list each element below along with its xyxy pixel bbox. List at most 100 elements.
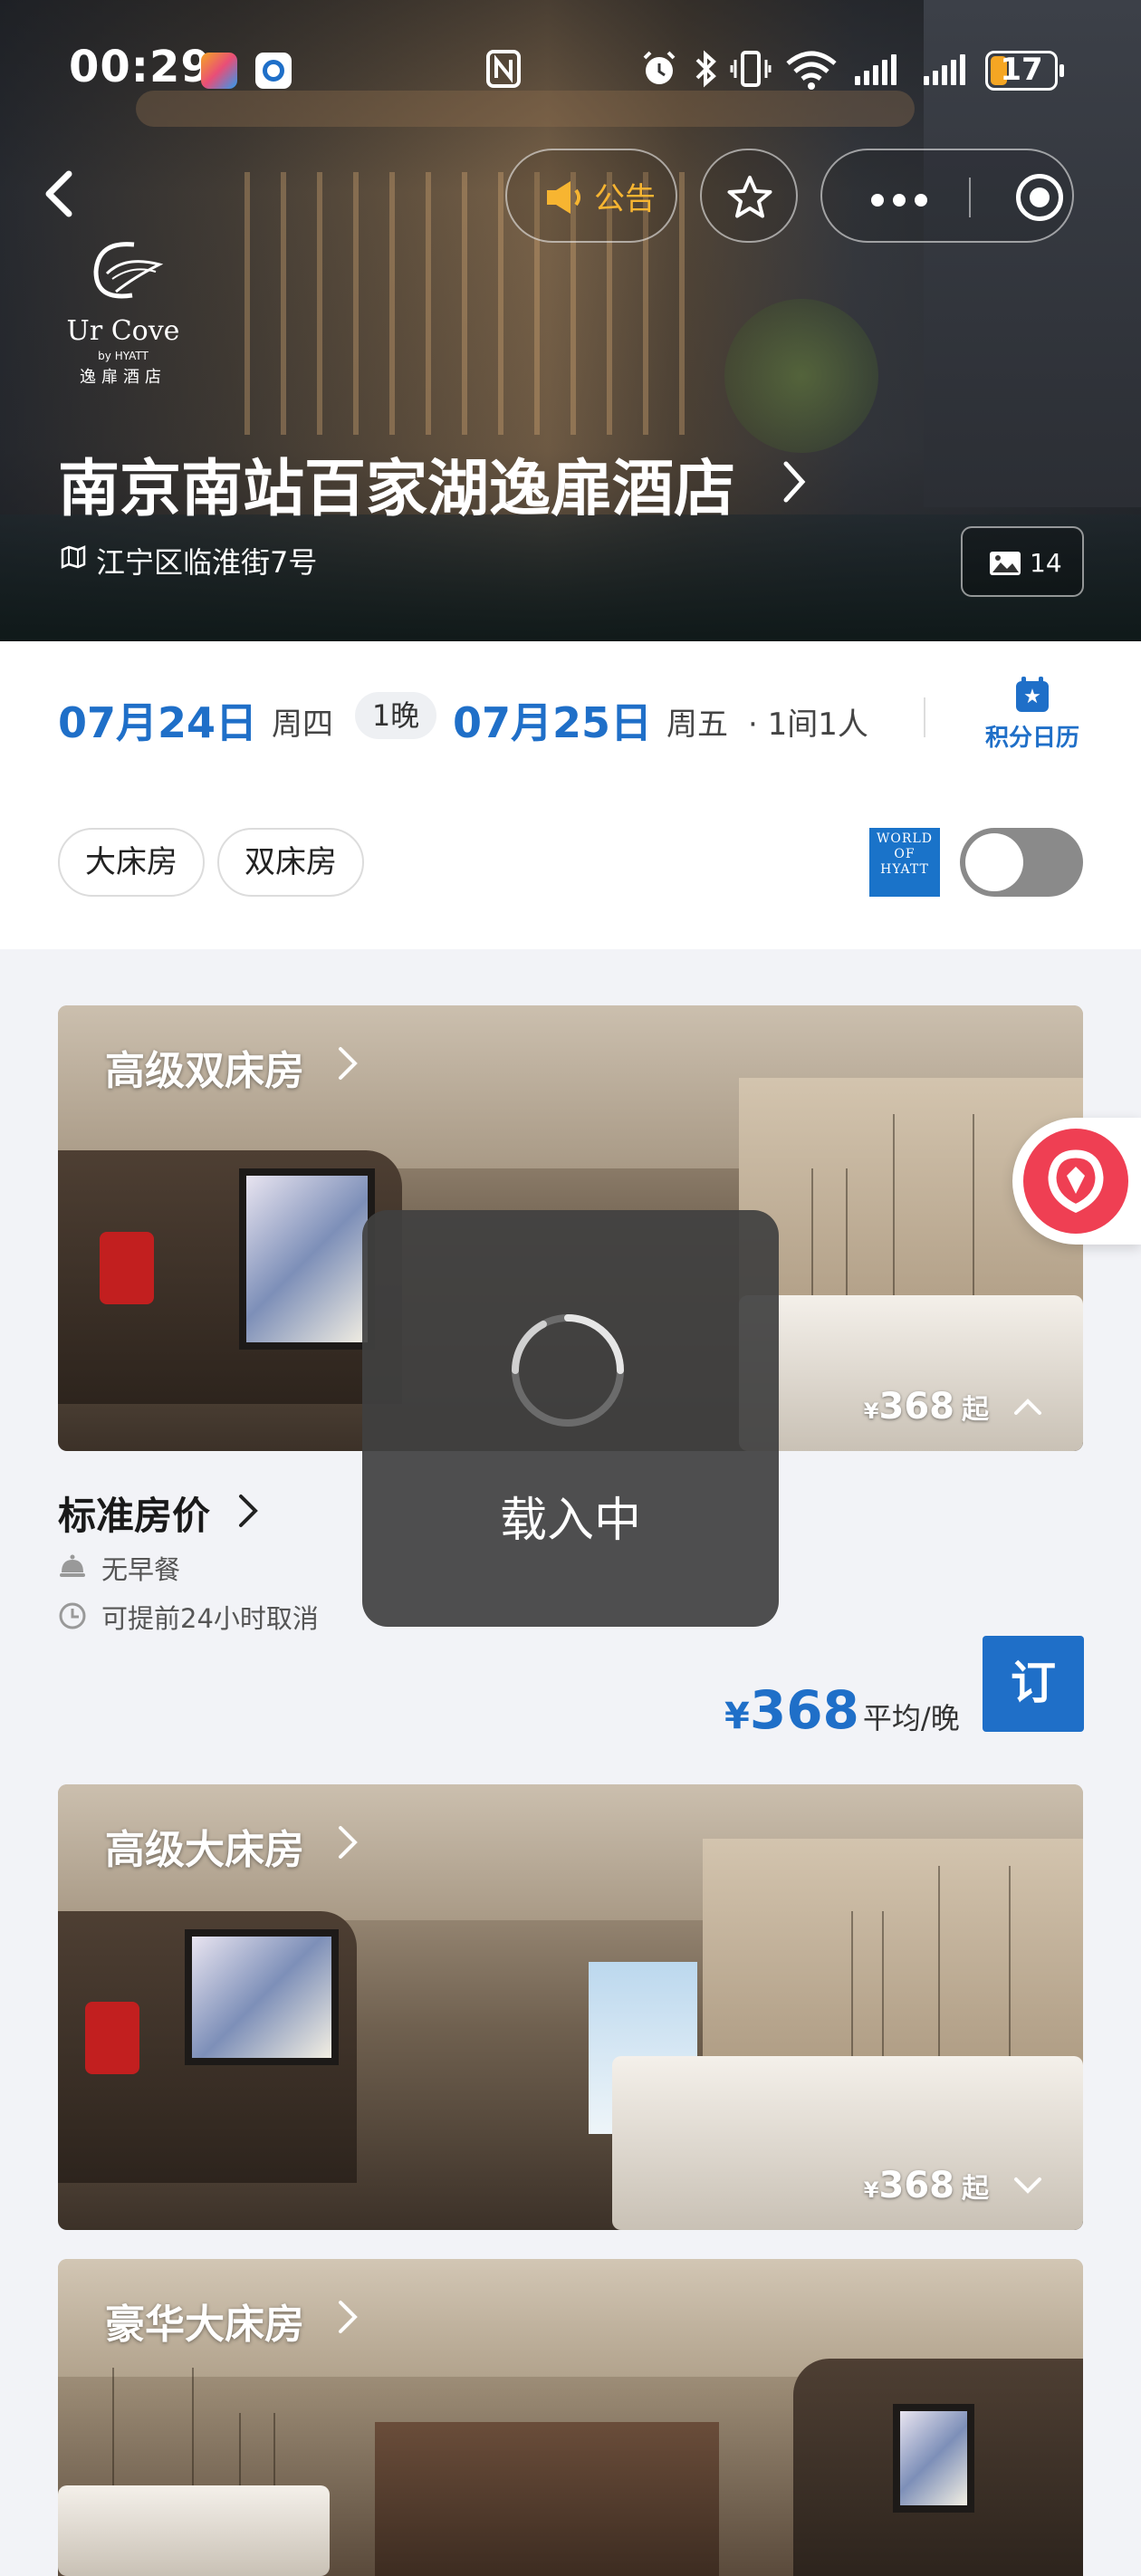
room-starting-price: ¥368 起	[864, 2165, 989, 2206]
member-rate-toggle[interactable]	[960, 828, 1083, 897]
battery-icon: 17	[985, 51, 1064, 91]
notification-app-icon	[201, 53, 237, 89]
service-badge-icon	[1023, 1129, 1128, 1234]
signal-strength-icon	[924, 54, 965, 85]
image-icon	[990, 552, 1021, 575]
room-card-image[interactable]: 豪华大床房	[58, 2259, 1083, 2576]
status-bar: 00:29 17	[0, 36, 1141, 109]
price-currency: ¥	[863, 1399, 879, 1424]
favorite-button[interactable]	[700, 149, 798, 243]
chevron-down-icon[interactable]	[1012, 2176, 1043, 2196]
facade-slat	[281, 172, 286, 435]
checkin-weekday: 周四	[272, 706, 333, 743]
rate-per-night: 平均/晚	[862, 1701, 960, 1735]
loading-spinner-icon	[512, 1314, 624, 1427]
logo-by-text: by HYATT	[98, 350, 149, 362]
price-suffix: 起	[962, 1394, 989, 1426]
hotel-brand-logo: Ur Cove by HYATT 逸扉酒店	[60, 237, 187, 391]
status-time: 00:29	[69, 42, 212, 92]
points-calendar-label: 积分日历	[984, 725, 1079, 752]
breakfast-text: 无早餐	[101, 1554, 181, 1585]
facade-slat	[462, 172, 467, 435]
chevron-up-icon[interactable]	[1012, 1397, 1043, 1417]
close-miniprogram-icon[interactable]	[1016, 174, 1063, 221]
rate-price: ¥368 平均/晚	[724, 1679, 960, 1741]
notice-button[interactable]: 公告	[505, 149, 677, 243]
world-of-hyatt-text: OF	[894, 847, 916, 861]
star-icon	[727, 176, 772, 218]
more-menu-icon[interactable]	[871, 194, 927, 207]
facade-slat	[353, 172, 359, 435]
price-suffix: 起	[962, 2173, 989, 2205]
megaphone-icon	[547, 181, 580, 214]
chevron-right-icon	[339, 1047, 358, 1080]
nfc-icon	[486, 50, 521, 88]
bluetooth-icon	[695, 50, 716, 88]
floating-service-button[interactable]	[1012, 1118, 1141, 1245]
photo-gallery-button[interactable]: 14	[961, 526, 1084, 597]
facade-slat	[317, 172, 322, 435]
room-name: 豪华大床房	[105, 2302, 304, 2348]
chevron-right-icon	[339, 1826, 358, 1859]
battery-level: 17	[1000, 52, 1043, 88]
facade-slat	[244, 172, 250, 435]
urcove-logo-mark-icon	[93, 242, 164, 299]
calendar-icon: ★	[1016, 677, 1049, 712]
hero-tree	[724, 299, 878, 453]
checkout-date[interactable]: 07月25日	[453, 690, 652, 750]
rate-price-value: 368	[749, 1679, 859, 1741]
signal-strength-icon	[855, 54, 896, 85]
clock-icon	[59, 1602, 86, 1629]
address-text: 江宁区临淮街7号	[96, 545, 318, 580]
loading-toast: 载入中	[362, 1210, 779, 1627]
mini-program-capsule	[820, 149, 1074, 243]
room-tv	[185, 1929, 339, 2065]
nights-badge: 1晚	[355, 692, 436, 739]
notice-label: 公告	[594, 181, 656, 217]
map-icon	[61, 545, 86, 569]
room-card-image[interactable]: 高级大床房 ¥368 起	[58, 1784, 1083, 2230]
rate-plan-title[interactable]: 标准房价	[58, 1485, 210, 1541]
filter-king-bed[interactable]: 大床房	[58, 828, 205, 897]
wifi-icon	[786, 51, 837, 90]
chevron-right-icon[interactable]	[237, 1493, 259, 1529]
world-of-hyatt-text: WORLD	[877, 831, 933, 846]
rate-currency: ¥	[724, 1696, 750, 1737]
alarm-icon	[643, 51, 676, 84]
vibrate-icon	[730, 51, 772, 87]
room-tv	[893, 2404, 974, 2513]
coffee-machine	[85, 2002, 139, 2074]
room-tv	[239, 1168, 375, 1350]
coffee-machine	[100, 1232, 154, 1304]
facade-slat	[498, 172, 503, 435]
room-name: 高级大床房	[105, 1827, 304, 1873]
photo-count-value: 14	[1030, 548, 1062, 578]
facade-slat	[389, 172, 395, 435]
price-currency: ¥	[863, 2177, 879, 2203]
book-button[interactable]: 订	[983, 1636, 1084, 1732]
loading-label: 载入中	[499, 1494, 641, 1548]
chevron-right-icon	[339, 2301, 358, 2333]
filter-twin-bed[interactable]: 双床房	[217, 828, 364, 897]
toggle-knob	[965, 833, 1023, 891]
checkout-weekday: 周五	[666, 706, 728, 743]
room-name: 高级双床房	[105, 1048, 304, 1094]
back-arrow-icon[interactable]	[42, 168, 78, 219]
divider	[924, 697, 925, 737]
world-of-hyatt-text: HYATT	[880, 862, 929, 877]
checkin-date[interactable]: 07月24日	[58, 690, 257, 750]
price-value: 368	[878, 1386, 955, 1427]
cancellation-text: 可提前24小时取消	[101, 1603, 319, 1634]
room-starting-price: ¥368 起	[864, 1386, 989, 1427]
notification-app-icon	[255, 53, 292, 89]
rooms-guests[interactable]: · 1间1人	[748, 699, 868, 744]
booking-panel: 07月24日 周四 1晚 07月25日 周五 · 1间1人 ★ 积分日历 大床房…	[0, 641, 1141, 949]
points-calendar-button[interactable]: ★ 积分日历	[978, 677, 1087, 753]
price-value: 368	[878, 2165, 955, 2206]
hotel-name[interactable]: 南京南站百家湖逸扉酒店	[58, 438, 735, 528]
chevron-right-icon[interactable]	[781, 458, 808, 505]
world-of-hyatt-logo: WORLD OF HYATT	[869, 828, 940, 897]
logo-brand-text: Ur Cove	[66, 315, 180, 347]
dining-bell-icon	[60, 1554, 85, 1577]
facade-slat	[679, 172, 685, 435]
